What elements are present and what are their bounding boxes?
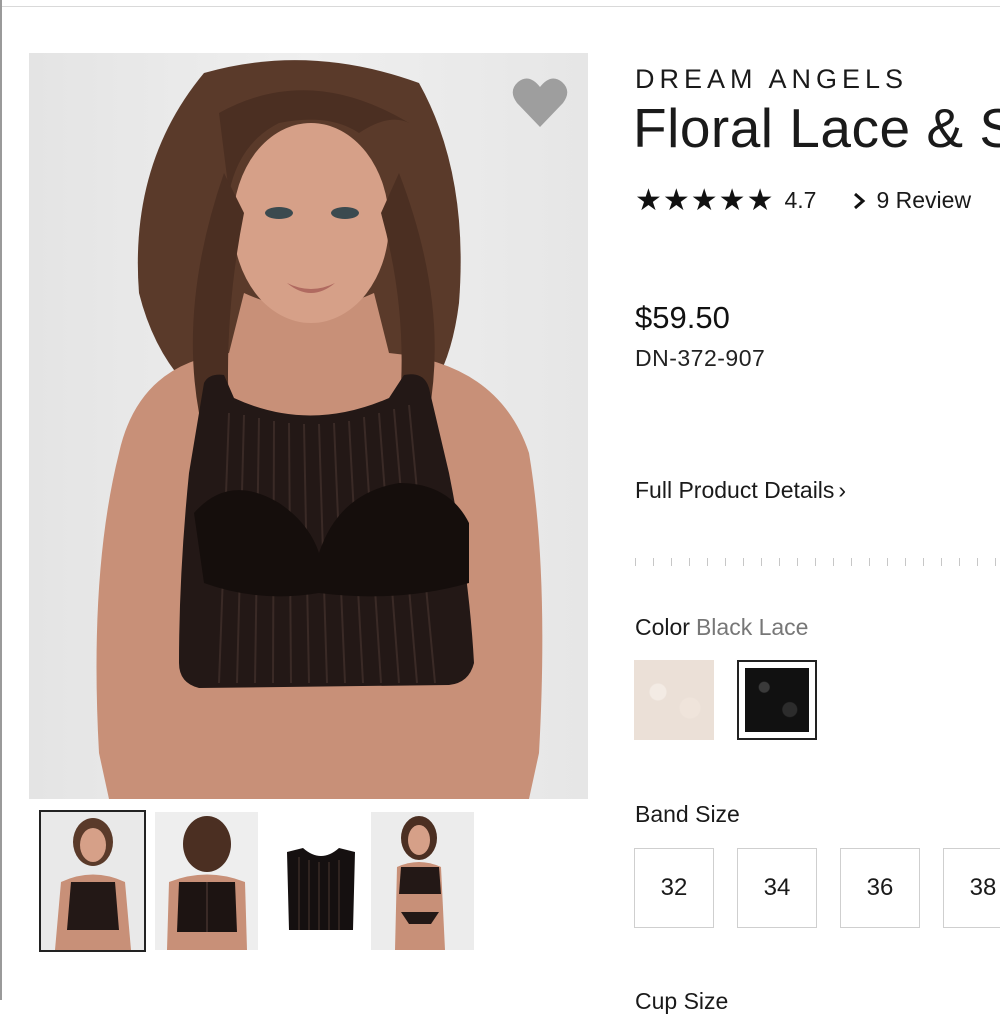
favorite-heart-icon[interactable]	[512, 75, 568, 129]
chevron-right-icon: ›	[838, 477, 847, 503]
swatch-nude-lace[interactable]	[634, 660, 714, 740]
band-size-32[interactable]: 32	[634, 848, 714, 928]
left-border	[0, 0, 2, 1000]
chevron-right-icon	[854, 192, 866, 209]
thumbnail-product[interactable]	[269, 812, 372, 950]
top-border	[0, 0, 1000, 7]
product-sku: DN-372-907	[635, 345, 766, 371]
band-size-38[interactable]: 38	[943, 848, 1000, 928]
rating-stars-icon: ★★★★★	[635, 184, 775, 217]
brand-name: DREAM ANGELS	[635, 64, 909, 94]
thumbnail-back[interactable]	[155, 812, 258, 950]
rating-row: ★★★★★ 4.7 9 Review	[635, 183, 971, 218]
color-label-text: Color	[635, 614, 690, 640]
cup-size-label: Cup Size	[635, 988, 729, 1014]
product-main-image	[29, 53, 588, 799]
band-size-label: Band Size	[635, 801, 740, 827]
thumbnail-front[interactable]	[39, 810, 146, 952]
selected-color: Black Lace	[695, 614, 809, 640]
band-size-34[interactable]: 34	[737, 848, 817, 928]
rating-value: 4.7	[784, 187, 817, 213]
product-price: $59.50	[635, 300, 730, 335]
color-label: Color Black Lace	[635, 614, 808, 641]
full-product-details-link[interactable]: Full Product Details ›	[635, 477, 846, 504]
reviews-label: 9 Review	[876, 187, 972, 213]
thumbnail-set[interactable]	[371, 812, 474, 950]
reviews-link[interactable]: 9 Review	[852, 187, 971, 214]
dotted-divider	[635, 558, 1000, 566]
model-photo	[96, 60, 543, 799]
product-title: Floral Lace & S	[633, 97, 1000, 159]
band-size-36[interactable]: 36	[840, 848, 920, 928]
details-label: Full Product Details	[635, 477, 835, 503]
swatch-black-lace[interactable]	[737, 660, 817, 740]
